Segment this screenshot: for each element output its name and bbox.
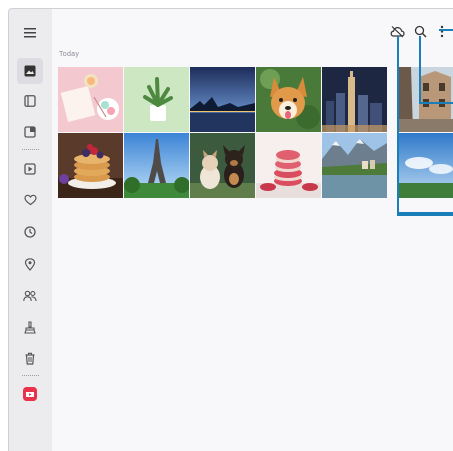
videos-icon[interactable] xyxy=(20,159,40,179)
photo-thumbnail-bridge[interactable] xyxy=(190,67,255,132)
locations-icon[interactable] xyxy=(20,254,40,274)
callout-search-line xyxy=(419,36,453,104)
recent-icon[interactable] xyxy=(20,222,40,242)
menu-icon[interactable] xyxy=(20,23,40,43)
navigation-rail xyxy=(9,9,52,451)
rail-divider xyxy=(22,375,39,376)
photo-thumbnail-lakeside[interactable] xyxy=(322,133,387,198)
callout-cloud-stub xyxy=(397,212,453,214)
favorites-icon[interactable] xyxy=(20,190,40,210)
gallery-window: Today xyxy=(8,8,453,451)
suggestions-icon[interactable] xyxy=(20,317,40,337)
pictures-icon[interactable] xyxy=(17,58,43,84)
photo-thumbnail-corgi[interactable] xyxy=(256,67,321,132)
callout-more-stub xyxy=(439,29,453,31)
stories-icon[interactable] xyxy=(20,122,40,142)
shared-icon[interactable] xyxy=(20,286,40,306)
photo-thumbnail-pink-desk[interactable] xyxy=(58,67,123,132)
albums-icon[interactable] xyxy=(20,91,40,111)
photo-thumbnail-eiffel[interactable] xyxy=(124,133,189,198)
photo-thumbnail-macaron-stack[interactable] xyxy=(256,133,321,198)
rail-divider xyxy=(22,149,39,150)
date-section-label: Today xyxy=(59,51,80,58)
trash-icon[interactable] xyxy=(20,348,40,368)
photo-thumbnail-skyline[interactable] xyxy=(322,67,387,132)
photo-thumbnail-succulent[interactable] xyxy=(124,67,189,132)
youtube-icon[interactable] xyxy=(20,384,40,404)
photo-thumbnail-puppy-kitten[interactable] xyxy=(190,133,255,198)
photo-thumbnail-pancakes[interactable] xyxy=(58,133,123,198)
